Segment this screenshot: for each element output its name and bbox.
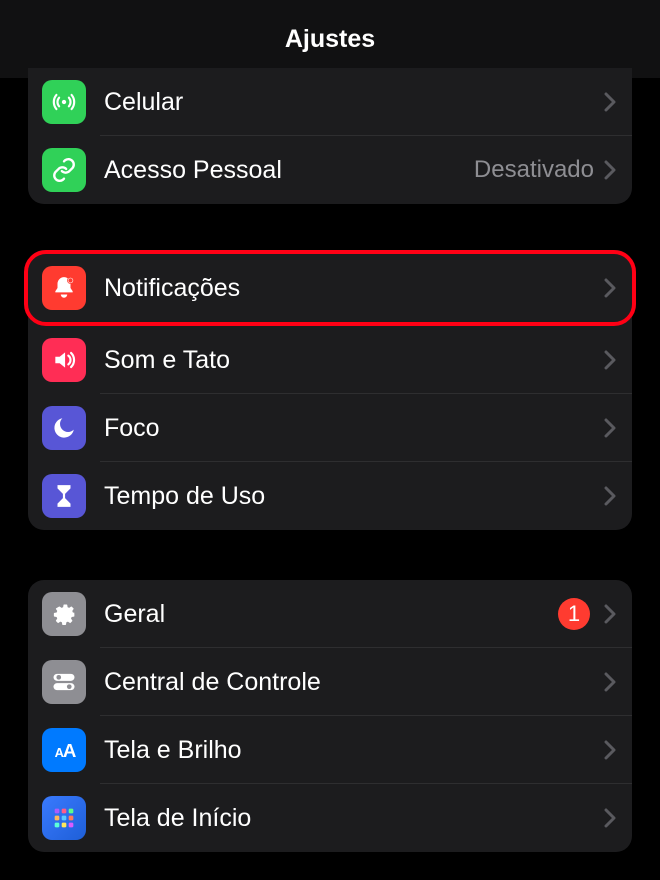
chevron-right-icon	[604, 160, 616, 180]
chevron-right-icon	[604, 808, 616, 828]
notification-badge: 1	[558, 598, 590, 630]
gear-icon	[42, 592, 86, 636]
chevron-right-icon	[604, 604, 616, 624]
header: Ajustes	[0, 0, 660, 78]
text-size-icon: A A	[42, 728, 86, 772]
row-value: Desativado	[474, 156, 594, 184]
grid-icon	[42, 796, 86, 840]
antenna-icon	[42, 80, 86, 124]
row-label: Tela de Início	[104, 804, 604, 833]
row-control-center[interactable]: Central de Controle	[28, 648, 632, 716]
chevron-right-icon	[604, 92, 616, 112]
row-label: Notificações	[104, 274, 604, 303]
row-label: Tempo de Uso	[104, 482, 604, 511]
settings-group-system: Geral 1 Central de Controle	[28, 580, 632, 852]
svg-text:A: A	[63, 740, 76, 761]
row-notifications[interactable]: Notificações	[28, 258, 632, 318]
row-focus[interactable]: Foco	[28, 394, 632, 462]
row-personal-hotspot[interactable]: Acesso Pessoal Desativado	[28, 136, 632, 204]
chevron-right-icon	[604, 278, 616, 298]
settings-group-connectivity: Celular Acesso Pessoal Desativado	[28, 68, 632, 204]
row-label: Central de Controle	[104, 668, 604, 697]
chevron-right-icon	[604, 672, 616, 692]
row-general[interactable]: Geral 1	[28, 580, 632, 648]
row-cellular[interactable]: Celular	[28, 68, 632, 136]
hourglass-icon	[42, 474, 86, 518]
chevron-right-icon	[604, 418, 616, 438]
chevron-right-icon	[604, 350, 616, 370]
highlight-notifications: Notificações	[24, 250, 636, 326]
chevron-right-icon	[604, 740, 616, 760]
row-label: Geral	[104, 600, 558, 629]
row-label: Foco	[104, 414, 604, 443]
row-home-screen[interactable]: Tela de Início	[28, 784, 632, 852]
row-label: Celular	[104, 88, 604, 117]
link-icon	[42, 148, 86, 192]
settings-content: Celular Acesso Pessoal Desativado	[0, 68, 660, 852]
row-sounds[interactable]: Som e Tato	[28, 326, 632, 394]
toggles-icon	[42, 660, 86, 704]
moon-icon	[42, 406, 86, 450]
row-label: Acesso Pessoal	[104, 156, 474, 185]
row-display[interactable]: A A Tela e Brilho	[28, 716, 632, 784]
speaker-icon	[42, 338, 86, 382]
page-title: Ajustes	[285, 25, 375, 54]
settings-group-alerts: Notificações Som e Tato	[28, 250, 632, 530]
row-label: Tela e Brilho	[104, 736, 604, 765]
row-label: Som e Tato	[104, 346, 604, 375]
chevron-right-icon	[604, 486, 616, 506]
bell-icon	[42, 266, 86, 310]
row-screen-time[interactable]: Tempo de Uso	[28, 462, 632, 530]
